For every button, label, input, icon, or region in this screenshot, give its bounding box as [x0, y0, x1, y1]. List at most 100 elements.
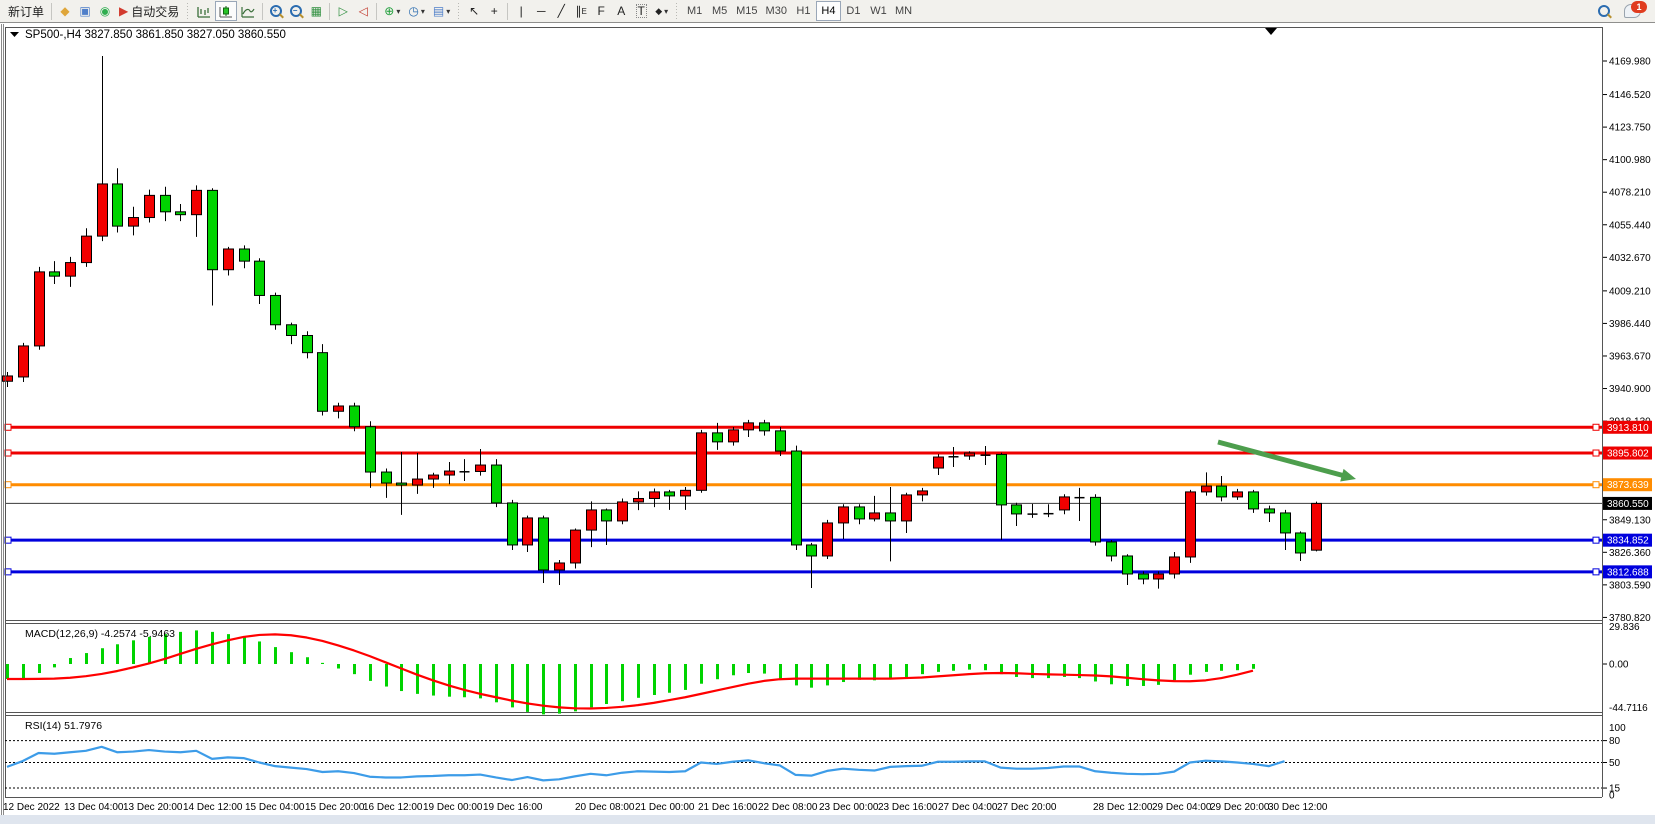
candle-body — [271, 295, 281, 324]
time-axis-label: 15 Dec 04:00 — [245, 802, 305, 813]
zoom-out-icon[interactable]: − — [286, 1, 306, 21]
candle-body — [429, 475, 439, 479]
chat-icon[interactable]: 1 — [1620, 1, 1645, 21]
timeframe-button-M1[interactable]: M1 — [682, 1, 707, 21]
price-tick-label: 4055.440 — [1609, 220, 1651, 231]
profile-icon[interactable]: ◆ — [55, 1, 75, 21]
auto-scroll-icon[interactable]: ▷ — [333, 1, 353, 21]
zoom-in-icon[interactable]: + — [266, 1, 286, 21]
terminal-icon[interactable]: ▣ — [75, 1, 95, 21]
macd-histogram-bar — [6, 664, 9, 679]
macd-histogram-bar — [463, 664, 466, 697]
hline-handle-3895.802[interactable] — [1593, 450, 1599, 456]
timeframe-button-MN[interactable]: MN — [891, 1, 916, 21]
macd-histogram-bar — [148, 637, 151, 664]
signal-icon[interactable]: ◉ — [95, 1, 115, 21]
macd-histogram-bar — [905, 664, 908, 677]
timeframe-button-M30[interactable]: M30 — [762, 1, 791, 21]
hline-handle-3834.852[interactable] — [1593, 537, 1599, 543]
candle-body — [98, 184, 108, 236]
trendline-icon[interactable]: ╱ — [551, 1, 571, 21]
candle-body — [981, 454, 991, 456]
candle-body — [713, 433, 723, 442]
price-tick-label: 4169.980 — [1609, 57, 1651, 68]
candle-body — [1186, 492, 1196, 557]
candle-body — [1233, 492, 1243, 497]
timeframe-button-H4[interactable]: H4 — [816, 1, 841, 21]
bar-chart-icon[interactable] — [193, 1, 215, 21]
cursor-icon[interactable]: ↖ — [464, 1, 484, 21]
candle-body — [886, 513, 896, 521]
horizontal-line-icon[interactable]: ─ — [531, 1, 551, 21]
crosshair-icon[interactable]: + — [484, 1, 504, 21]
templates-icon[interactable]: ▤▾ — [429, 1, 454, 21]
candlestick-chart-icon[interactable] — [215, 1, 237, 21]
timeframe-button-W1[interactable]: W1 — [866, 1, 891, 21]
candle-body — [1217, 486, 1227, 497]
chart-background — [0, 24, 1655, 824]
candle-body — [949, 456, 959, 458]
candle-body — [555, 563, 565, 570]
channel-icon[interactable]: ∥E — [571, 1, 591, 21]
toolbar-separator — [51, 3, 52, 20]
hline-handle-3812.688[interactable] — [1593, 569, 1599, 575]
text-icon[interactable]: A — [611, 1, 631, 21]
chart-title: SP500-,H4 3827.850 3861.850 3827.050 386… — [25, 29, 286, 41]
candle-body — [413, 479, 423, 485]
macd-histogram-bar — [1236, 664, 1239, 670]
auto-trading-button[interactable]: ▶ 自动交易 — [115, 1, 183, 21]
rsi-axis-label: 80 — [1609, 736, 1621, 747]
indicators-icon[interactable]: ⊕▾ — [380, 1, 404, 21]
macd-axis-max: 29.836 — [1609, 622, 1640, 633]
timeframe-button-H1[interactable]: H1 — [791, 1, 816, 21]
candle-body — [650, 492, 660, 499]
macd-histogram-bar — [1189, 664, 1192, 675]
line-chart-icon[interactable] — [237, 1, 259, 21]
candle-body — [539, 518, 549, 570]
chart-shift-icon[interactable]: ◁ — [353, 1, 373, 21]
time-axis-label: 15 Dec 20:00 — [305, 802, 365, 813]
timeframe-button-D1[interactable]: D1 — [841, 1, 866, 21]
time-axis-label: 22 Dec 08:00 — [758, 802, 818, 813]
price-badge-label: 3860.550 — [1607, 499, 1649, 510]
candle-body — [634, 498, 644, 501]
vertical-line-icon[interactable]: | — [511, 1, 531, 21]
tile-windows-icon[interactable]: ▦ — [306, 1, 326, 21]
candle-body — [918, 491, 928, 495]
candle-body — [855, 507, 865, 519]
toolbar-separator — [376, 3, 377, 20]
candle-body — [161, 195, 171, 211]
arrows-icon[interactable]: ◆▾ — [651, 1, 672, 21]
timeframe-button-M15[interactable]: M15 — [732, 1, 761, 21]
candle-body — [1296, 533, 1306, 553]
candle-body — [208, 190, 218, 269]
hline-handle-3913.810[interactable] — [1593, 424, 1599, 430]
macd-histogram-bar — [921, 664, 924, 674]
macd-histogram-bar — [858, 664, 861, 680]
price-tick-label: 4032.670 — [1609, 253, 1651, 264]
candle-body — [744, 423, 754, 430]
candle-body — [1091, 497, 1101, 542]
candle-body — [1107, 542, 1117, 556]
price-chart-canvas[interactable]: 4169.9804146.5204123.7504100.9804078.210… — [0, 24, 1655, 824]
bar-chart-glyph — [197, 5, 211, 18]
macd-histogram-bar — [826, 664, 829, 685]
hline-handle-3873.639[interactable] — [1593, 482, 1599, 488]
macd-histogram-bar — [211, 632, 214, 664]
macd-histogram-bar — [779, 664, 782, 679]
new-order-button[interactable]: 新订单 — [4, 1, 48, 21]
candle-body — [870, 513, 880, 519]
periods-icon[interactable]: ◷▾ — [404, 1, 429, 21]
candle-body — [587, 510, 597, 530]
macd-histogram-bar — [22, 664, 25, 679]
toolbar-separator — [507, 3, 508, 20]
macd-histogram-bar — [243, 637, 246, 664]
timeframe-button-M5[interactable]: M5 — [707, 1, 732, 21]
label-icon[interactable]: T — [631, 1, 651, 21]
fibonacci-icon[interactable]: F — [591, 1, 611, 21]
macd-histogram-bar — [321, 663, 324, 664]
price-badge-label: 3812.688 — [1607, 567, 1649, 578]
macd-histogram-bar — [69, 658, 72, 664]
search-icon[interactable] — [1594, 1, 1614, 21]
chart-window[interactable]: 4169.9804146.5204123.7504100.9804078.210… — [0, 24, 1655, 824]
